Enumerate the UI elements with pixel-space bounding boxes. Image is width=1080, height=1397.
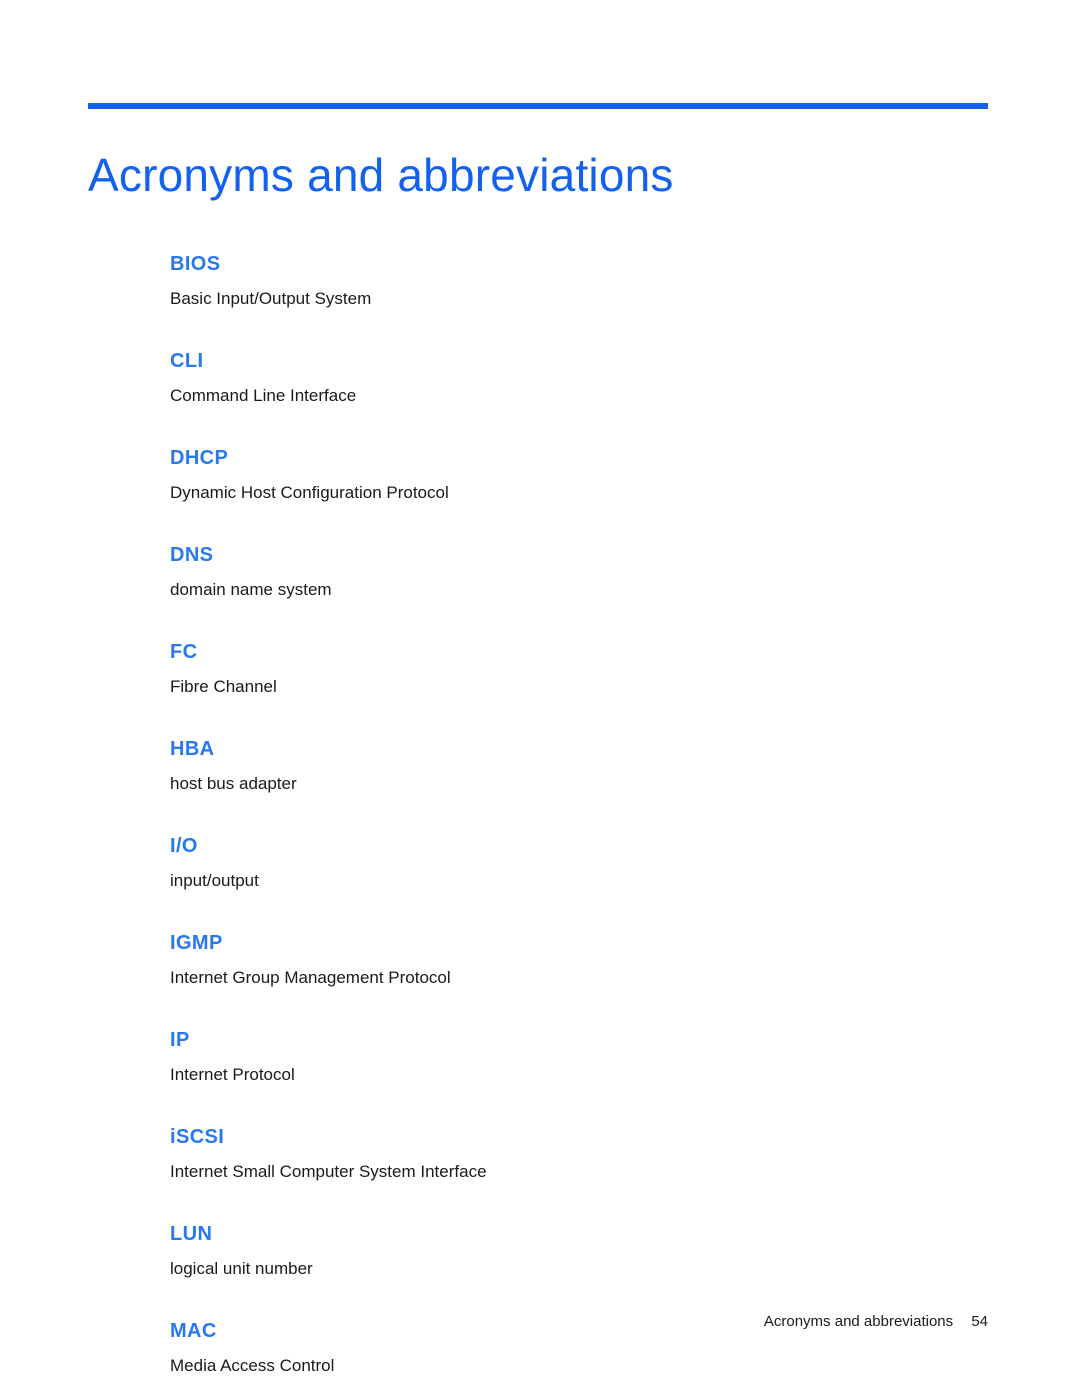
glossary-definition: Command Line Interface (170, 386, 357, 405)
document-page: Acronyms and abbreviations BIOS Basic In… (0, 0, 1080, 1397)
glossary-entry: iSCSI Internet Small Computer System Int… (170, 1124, 990, 1183)
glossary-term: DHCP (170, 447, 229, 469)
glossary-entry: FC Fibre Channel (170, 639, 990, 698)
glossary-definition: Media Access Control (170, 1356, 335, 1375)
glossary-definition: domain name system (170, 580, 332, 599)
glossary-definition: Internet Protocol (170, 1065, 295, 1084)
glossary-term: I/O (170, 835, 198, 857)
glossary-entry: BIOS Basic Input/Output System (170, 251, 990, 310)
glossary-definition: Basic Input/Output System (170, 289, 372, 308)
glossary-term: DNS (170, 544, 214, 566)
glossary-definition: Internet Small Computer System Interface (170, 1162, 487, 1181)
glossary-definition: host bus adapter (170, 774, 297, 793)
glossary-definition: input/output (170, 871, 259, 890)
glossary-entry: DHCP Dynamic Host Configuration Protocol (170, 445, 990, 504)
glossary-term: BIOS (170, 253, 221, 275)
glossary-entry: CLI Command Line Interface (170, 348, 990, 407)
glossary-term: IP (170, 1029, 190, 1051)
glossary-term: FC (170, 641, 198, 663)
glossary-definition: Fibre Channel (170, 677, 277, 696)
page-title: Acronyms and abbreviations (88, 148, 674, 201)
glossary-entry: IGMP Internet Group Management Protocol (170, 930, 990, 989)
glossary-entry: IP Internet Protocol (170, 1027, 990, 1086)
glossary-term: LUN (170, 1223, 213, 1245)
glossary-term: IGMP (170, 932, 223, 954)
glossary-entry: HBA host bus adapter (170, 736, 990, 795)
glossary-entry: DNS domain name system (170, 542, 990, 601)
glossary-term: iSCSI (170, 1126, 225, 1148)
glossary-list: BIOS Basic Input/Output System CLI Comma… (170, 251, 990, 1377)
glossary-entry: I/O input/output (170, 833, 990, 892)
glossary-term: HBA (170, 738, 215, 760)
glossary-definition: Internet Group Management Protocol (170, 968, 451, 987)
glossary-definition: logical unit number (170, 1259, 313, 1278)
glossary-term: CLI (170, 350, 204, 372)
footer-page-number: 54 (971, 1313, 988, 1330)
glossary-entry: LUN logical unit number (170, 1221, 990, 1280)
title-rule (88, 103, 988, 109)
glossary-definition: Dynamic Host Configuration Protocol (170, 483, 449, 502)
page-footer: Acronyms and abbreviations 54 (88, 1311, 988, 1333)
footer-section-label: Acronyms and abbreviations (763, 1313, 954, 1330)
